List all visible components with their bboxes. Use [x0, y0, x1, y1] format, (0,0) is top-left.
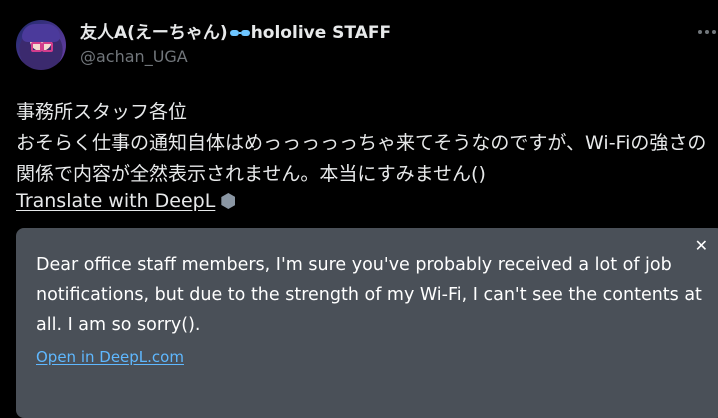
translation-box: ✕ Dear office staff members, I'm sure yo… [16, 228, 718, 418]
deepl-icon [221, 193, 236, 209]
glasses-icon [229, 30, 250, 36]
translation-text: Dear office staff members, I'm sure you'… [36, 255, 702, 335]
tweet-header: 友人A(えーちゃん) hololive STAFF @achan_UGA [16, 20, 391, 70]
tweet-text: 事務所スタッフ各位 おそらく仕事の通知自体はめっっっっっちゃ来てそうなのですが、… [16, 101, 707, 185]
avatar-glasses-left [31, 42, 42, 52]
more-options-icon[interactable] [698, 30, 716, 34]
display-name-prefix: 友人A(えーちゃん) [80, 23, 228, 43]
open-in-deepl-link[interactable]: Open in DeepL.com [36, 348, 184, 366]
display-name[interactable]: 友人A(えーちゃん) hololive STAFF [80, 22, 391, 44]
avatar-glasses-right [42, 42, 53, 52]
avatar[interactable] [16, 20, 66, 70]
translate-row: Translate with DeepL [16, 188, 236, 214]
display-name-suffix: hololive STAFF [250, 23, 392, 43]
translate-with-deepl-link[interactable]: Translate with DeepL [16, 188, 215, 214]
avatar-hair [22, 24, 60, 42]
user-names: 友人A(えーちゃん) hololive STAFF @achan_UGA [80, 22, 391, 67]
user-handle[interactable]: @achan_UGA [80, 47, 391, 67]
